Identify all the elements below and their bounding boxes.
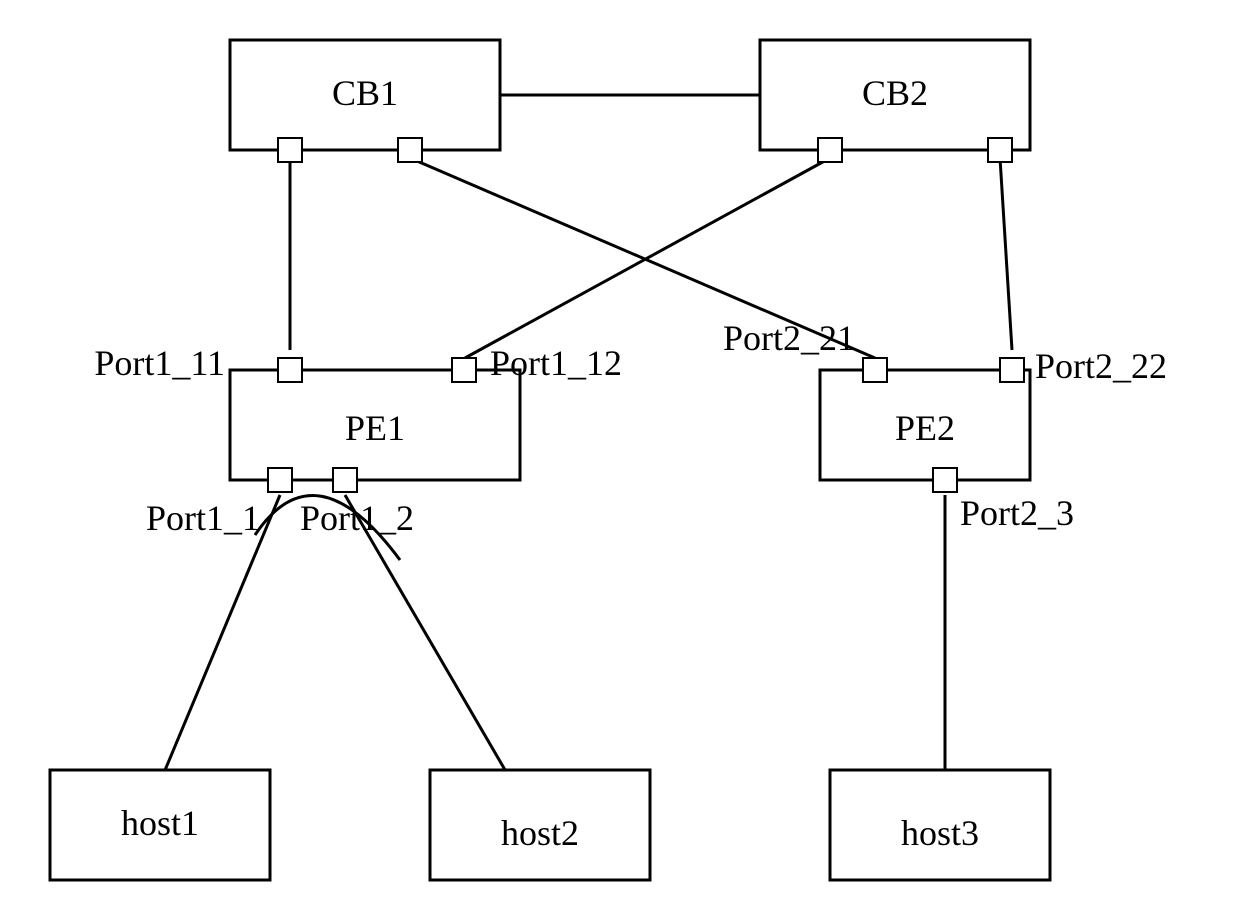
port2-21-label: Port2_21 [723, 318, 855, 358]
port2-22-icon [1000, 358, 1024, 382]
node-pe2-label: PE2 [895, 408, 955, 448]
node-host2: host2 [430, 770, 650, 880]
node-host3: host3 [830, 770, 1050, 880]
port2-3-icon [933, 468, 957, 492]
cb1-port-left [278, 138, 302, 162]
node-host1: host1 [50, 770, 270, 880]
node-pe1: PE1 [230, 358, 520, 492]
cb2-port-right [988, 138, 1012, 162]
cb2-port-left [818, 138, 842, 162]
port1-12-icon [452, 358, 476, 382]
node-host3-label: host3 [901, 813, 979, 853]
port1-2-icon [333, 468, 357, 492]
node-pe2: PE2 [820, 358, 1030, 492]
port2-22-label: Port2_22 [1035, 346, 1167, 386]
link-cb2-pe2 [1000, 158, 1012, 350]
port1-1-label: Port1_1 [146, 498, 260, 538]
port1-1-icon [268, 468, 292, 492]
port1-2-label: Port1_2 [300, 498, 414, 538]
cb1-port-right [398, 138, 422, 162]
node-cb2-label: CB2 [862, 73, 928, 113]
node-host1-label: host1 [121, 803, 199, 843]
port1-12-label: Port1_12 [490, 343, 622, 383]
port2-3-label: Port2_3 [960, 493, 1074, 533]
port2-21-icon [863, 358, 887, 382]
port1-11-label: Port1_11 [94, 343, 225, 383]
node-cb1-label: CB1 [332, 73, 398, 113]
node-pe1-label: PE1 [345, 408, 405, 448]
node-cb1: CB1 [230, 40, 500, 162]
port1-11-icon [278, 358, 302, 382]
network-diagram: CB1 CB2 PE1 Port1_11 Port1_12 Port1_1 Po… [0, 0, 1240, 900]
node-host2-label: host2 [501, 813, 579, 853]
node-cb2: CB2 [760, 40, 1030, 162]
